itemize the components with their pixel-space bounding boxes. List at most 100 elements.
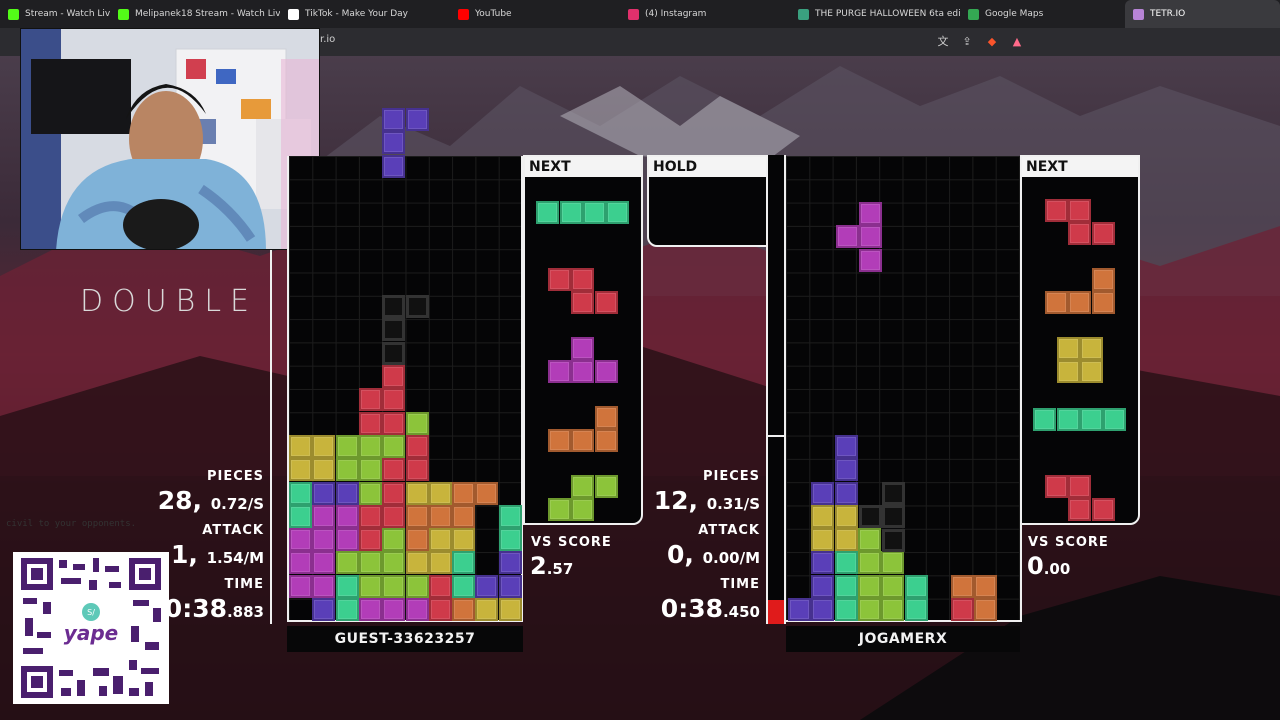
p2-time-main: 0:38 — [660, 594, 723, 623]
queue-piece-cell — [1068, 222, 1092, 246]
p2-pieces-rate: 0.31/S — [706, 495, 760, 513]
p1-vs-main: 2 — [530, 552, 547, 580]
queue-piece-cell — [1103, 408, 1127, 431]
queue-piece-cell — [536, 201, 560, 224]
browser-tab-label: Melipanek18 Stream - Watch Live on — [135, 9, 280, 19]
browser-tab[interactable]: Stream - Watch Live on K — [0, 0, 110, 28]
falling-piece-cell — [859, 202, 883, 225]
block-cell — [811, 598, 835, 621]
block-cell — [881, 598, 905, 621]
block-cell — [382, 434, 406, 458]
block-cell — [811, 528, 835, 552]
queue-piece-cell — [1056, 360, 1080, 384]
url-text[interactable]: r.io — [320, 34, 335, 45]
queue-piece-cell — [571, 360, 595, 384]
block-cell — [358, 598, 382, 621]
block-cell — [289, 574, 312, 598]
block-cell — [428, 551, 452, 575]
next-title: NEXT — [1022, 157, 1138, 177]
block-cell — [289, 551, 312, 575]
block-cell — [881, 574, 905, 598]
queue-piece-cell — [1045, 199, 1069, 222]
player2-garbage-meter — [766, 155, 786, 624]
block-cell — [312, 504, 336, 528]
p2-vs-score-value: 0.00 — [1027, 552, 1070, 580]
block-cell — [405, 504, 429, 528]
block-cell — [312, 574, 336, 598]
block-cell — [289, 458, 312, 482]
block-cell — [335, 434, 359, 458]
block-cell — [498, 598, 522, 621]
ghost-cell — [382, 295, 406, 318]
browser-tab[interactable]: THE PURGE HALLOWEEN 6ta edición — [790, 0, 960, 28]
queue-piece-cell — [594, 406, 618, 429]
player2-nameplate: JOGAMERX — [786, 626, 1020, 652]
block-cell — [358, 481, 382, 505]
p2-vs-dec: .00 — [1043, 560, 1071, 578]
falling-piece-cell — [835, 225, 859, 249]
block-cell — [358, 574, 382, 598]
translate-icon[interactable]: 文 — [936, 35, 950, 49]
queue-piece-cell — [1068, 498, 1092, 522]
next-title: NEXT — [525, 157, 641, 177]
block-cell — [498, 551, 522, 575]
p2-vs-score-label: VS SCORE — [1028, 535, 1109, 550]
browser-tab[interactable]: Melipanek18 Stream - Watch Live on — [110, 0, 280, 28]
p2-attack-value: 0, 0.00/M — [640, 540, 760, 569]
block-cell — [904, 598, 928, 621]
tiktok-icon — [288, 8, 299, 20]
mode-label: DOUBLE — [80, 284, 258, 319]
brave-shield-icon[interactable]: ◆ — [985, 35, 999, 49]
queue-piece-cell — [548, 429, 572, 453]
browser-tab-label: TETR.IO — [1150, 9, 1186, 19]
block-cell — [834, 504, 858, 528]
maps-icon — [968, 8, 979, 20]
p2-attack-label: ATTACK — [698, 523, 760, 538]
queue-piece-cell — [548, 360, 572, 384]
block-cell — [498, 574, 522, 598]
block-cell — [428, 504, 452, 528]
p1-time-label: TIME — [224, 577, 264, 592]
block-cell — [498, 504, 522, 528]
browser-tab-label: TikTok - Make Your Day — [305, 9, 409, 19]
browser-tab[interactable]: TETR.IO — [1125, 0, 1280, 28]
block-cell — [452, 481, 476, 505]
block-cell — [289, 434, 312, 458]
queue-piece-cell — [583, 201, 606, 224]
share-icon[interactable]: ⇪ — [960, 35, 974, 49]
block-cell — [405, 598, 429, 621]
block-cell — [289, 481, 312, 505]
page-icon — [798, 8, 809, 20]
queue-piece-cell — [1056, 337, 1080, 360]
block-cell — [452, 504, 476, 528]
block-cell — [382, 598, 406, 621]
queue-piece-cell — [1091, 268, 1115, 291]
block-cell — [382, 551, 406, 575]
queue-piece-cell — [1091, 222, 1115, 246]
browser-tab[interactable]: TikTok - Make Your Day — [280, 0, 450, 28]
block-cell — [405, 551, 429, 575]
block-cell — [951, 598, 975, 621]
queue-piece-cell — [571, 291, 595, 315]
block-cell — [857, 528, 881, 552]
block-cell — [452, 528, 476, 552]
p2-vs-main: 0 — [1027, 552, 1044, 580]
block-cell — [904, 574, 928, 598]
block-cell — [405, 411, 429, 435]
queue-piece-cell — [559, 201, 583, 224]
block-cell — [335, 481, 359, 505]
block-cell — [289, 528, 312, 552]
browser-tab[interactable]: Google Maps — [960, 0, 1125, 28]
svg-text:S/: S/ — [87, 608, 95, 617]
block-cell — [475, 598, 499, 621]
p1-pieces-rate: 0.72/S — [210, 495, 264, 513]
browser-tab[interactable]: YouTube — [450, 0, 620, 28]
block-cell — [382, 458, 406, 482]
block-cell — [312, 598, 336, 621]
block-cell — [498, 528, 522, 552]
block-cell — [382, 528, 406, 552]
browser-tab[interactable]: (4) Instagram — [620, 0, 790, 28]
p1-pieces-value: 28, 0.72/S — [150, 486, 264, 515]
hold-title: HOLD — [649, 157, 766, 177]
rewards-icon[interactable]: ▲ — [1010, 35, 1024, 49]
